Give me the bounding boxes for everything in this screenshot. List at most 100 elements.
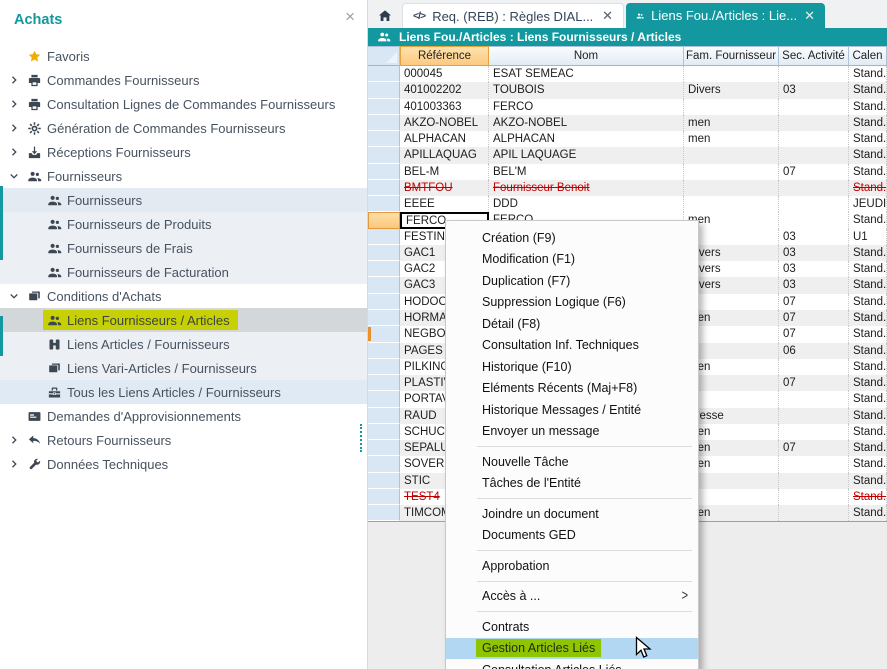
menu-item-gestion-articles-li-s[interactable]: Gestion Articles Liés: [446, 638, 698, 660]
cell-ref[interactable]: BEL-M: [400, 164, 489, 180]
cell-cal[interactable]: U1: [849, 229, 887, 245]
row-selector[interactable]: [368, 359, 400, 375]
select-all-corner[interactable]: [368, 46, 400, 66]
cell-fam[interactable]: men: [684, 131, 779, 147]
cell-sec[interactable]: [779, 180, 849, 196]
cell-sec[interactable]: [779, 424, 849, 440]
row-selector[interactable]: [368, 261, 400, 277]
chevron-right-icon[interactable]: [8, 434, 20, 446]
sidebar-item-r-ceptions-fournisseurs[interactable]: Réceptions Fournisseurs: [0, 140, 367, 164]
row-selector[interactable]: [368, 147, 400, 163]
cell-sec[interactable]: 03: [779, 245, 849, 261]
cell-sec[interactable]: 07: [779, 326, 849, 342]
sidebar-item-liens-articles-fournisseurs[interactable]: Liens Articles / Fournisseurs: [0, 332, 367, 356]
row-selector[interactable]: [368, 164, 400, 180]
chevron-right-icon[interactable]: [8, 146, 20, 158]
cell-cal[interactable]: Stand.: [849, 66, 887, 82]
row-selector[interactable]: [368, 277, 400, 293]
cell-fam[interactable]: [684, 147, 779, 163]
sidebar-item-favoris[interactable]: Favoris: [0, 44, 367, 68]
row-selector[interactable]: [368, 245, 400, 261]
row-selector[interactable]: [368, 424, 400, 440]
tab-close-icon[interactable]: ✕: [804, 8, 815, 24]
row-selector[interactable]: [368, 473, 400, 489]
menu-item-duplication-f7[interactable]: Duplication (F7): [446, 270, 698, 292]
row-selector[interactable]: [368, 489, 400, 505]
cell-ref[interactable]: AKZO-NOBEL: [400, 115, 489, 131]
column-header-r-f-rence[interactable]: Référence: [400, 46, 489, 66]
sidebar-item-tous-les-liens-articles-fournisseurs[interactable]: Tous les Liens Articles / Fournisseurs: [0, 380, 367, 404]
column-header-nom[interactable]: Nom: [489, 46, 684, 66]
cell-sec[interactable]: [779, 473, 849, 489]
cell-fam[interactable]: [684, 164, 779, 180]
cell-ref[interactable]: 401002202: [400, 82, 489, 98]
row-selector[interactable]: [368, 196, 400, 212]
chevron-down-icon[interactable]: [8, 290, 20, 302]
menu-item-consultation-inf-techniques[interactable]: Consultation Inf. Techniques: [446, 335, 698, 357]
cell-sec[interactable]: [779, 147, 849, 163]
cell-cal[interactable]: Stand.: [849, 343, 887, 359]
sidebar-item-demandes-d-approvisionnements[interactable]: Demandes d'Approvisionnements: [0, 404, 367, 428]
chevron-right-icon[interactable]: [8, 74, 20, 86]
cell-cal[interactable]: Stand.: [849, 131, 887, 147]
row-selector[interactable]: [368, 391, 400, 407]
row-selector[interactable]: [368, 440, 400, 456]
tab-liens-fournisseurs-articles[interactable]: Liens Fou./Articles : Lie... ✕: [626, 3, 825, 28]
cell-cal[interactable]: Stand.: [849, 408, 887, 424]
menu-item-suppression-logique-f6[interactable]: Suppression Logique (F6): [446, 292, 698, 314]
cell-nom[interactable]: DDD: [489, 196, 684, 212]
cell-sec[interactable]: 03: [779, 82, 849, 98]
menu-item-historique-messages-entit[interactable]: Historique Messages / Entité: [446, 399, 698, 421]
menu-item-acc-s[interactable]: Accès à ...>: [446, 586, 698, 608]
cell-cal[interactable]: Stand.: [849, 359, 887, 375]
row-selector[interactable]: [368, 375, 400, 391]
cell-cal[interactable]: JEUDI: [849, 196, 887, 212]
row-selector[interactable]: [368, 343, 400, 359]
cell-cal[interactable]: Stand.: [849, 456, 887, 472]
chevron-right-icon[interactable]: [8, 458, 20, 470]
row-selector[interactable]: [368, 310, 400, 326]
cell-sec[interactable]: [779, 99, 849, 115]
row-selector[interactable]: [368, 229, 400, 245]
tab-requete[interactable]: </> Req. (REB) : Règles DIAL... ✕: [402, 3, 624, 28]
sidebar-item-liens-vari-articles-fournisseurs[interactable]: Liens Vari-Articles / Fournisseurs: [0, 356, 367, 380]
menu-item-approbation[interactable]: Approbation: [446, 555, 698, 577]
row-selector[interactable]: [368, 131, 400, 147]
menu-item-nouvelle-t-che[interactable]: Nouvelle Tâche: [446, 451, 698, 473]
cell-nom[interactable]: FERCO: [489, 99, 684, 115]
sidebar-item-fournisseurs[interactable]: Fournisseurs: [0, 188, 367, 212]
cell-cal[interactable]: Stand.: [849, 440, 887, 456]
row-selector[interactable]: [368, 99, 400, 115]
menu-item-joindre-un-document[interactable]: Joindre un document: [446, 503, 698, 525]
cell-sec[interactable]: [779, 212, 849, 228]
sidebar-item-consultation-lignes-de-commandes-fournisseurs[interactable]: Consultation Lignes de Commandes Fournis…: [0, 92, 367, 116]
sidebar-item-fournisseurs-de-produits[interactable]: Fournisseurs de Produits: [0, 212, 367, 236]
sidebar-item-donn-es-techniques[interactable]: Données Techniques: [0, 452, 367, 476]
sidebar-splitter-handle[interactable]: [360, 424, 362, 452]
cell-sec[interactable]: 07: [779, 294, 849, 310]
column-header-fam-fournisseur[interactable]: Fam. Fournisseur: [684, 46, 779, 66]
cell-cal[interactable]: Stand.: [849, 310, 887, 326]
cell-sec[interactable]: [779, 456, 849, 472]
row-selector[interactable]: [368, 456, 400, 472]
row-selector[interactable]: [368, 505, 400, 521]
cell-sec[interactable]: [779, 408, 849, 424]
cell-sec[interactable]: [779, 115, 849, 131]
menu-item-modification-f1[interactable]: Modification (F1): [446, 249, 698, 271]
cell-cal[interactable]: Stand.: [849, 115, 887, 131]
row-selector[interactable]: [368, 115, 400, 131]
cell-nom[interactable]: BEL'M: [489, 164, 684, 180]
table-row-apillaquag[interactable]: APILLAQUAGAPIL LAQUAGEStand.: [368, 147, 887, 163]
chevron-right-icon[interactable]: [8, 98, 20, 110]
cell-sec[interactable]: [779, 505, 849, 521]
tab-close-icon[interactable]: ✕: [602, 8, 613, 24]
cell-cal[interactable]: Stand.: [849, 489, 887, 505]
cell-sec[interactable]: [779, 131, 849, 147]
cell-cal[interactable]: Stand.: [849, 505, 887, 521]
cell-sec[interactable]: [779, 66, 849, 82]
table-row-bel-m[interactable]: BEL-MBEL'M07Stand.: [368, 164, 887, 180]
cell-cal[interactable]: Stand.: [849, 375, 887, 391]
cell-sec[interactable]: [779, 489, 849, 505]
cell-nom[interactable]: ESAT SEMEAC: [489, 66, 684, 82]
cell-ref[interactable]: 401003363: [400, 99, 489, 115]
